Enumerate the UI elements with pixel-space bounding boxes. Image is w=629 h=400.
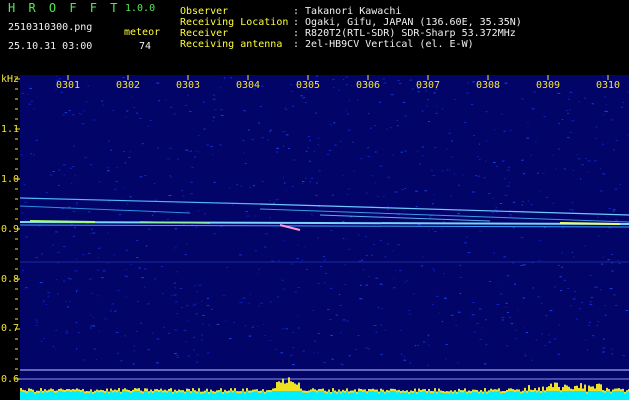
x-tick-label: 0310 bbox=[595, 80, 621, 91]
x-tick-label: 0308 bbox=[475, 80, 501, 91]
x-tick-label: 0305 bbox=[295, 80, 321, 91]
x-tick-label: 0302 bbox=[115, 80, 141, 91]
x-tick-label: 0301 bbox=[55, 80, 81, 91]
x-tick-label: 0304 bbox=[235, 80, 261, 91]
axis-ticks bbox=[7, 75, 609, 380]
x-tick-label: 0307 bbox=[415, 80, 441, 91]
x-tick-label: 0306 bbox=[355, 80, 381, 91]
x-tick-label: 0309 bbox=[535, 80, 561, 91]
x-tick-label: 0303 bbox=[175, 80, 201, 91]
